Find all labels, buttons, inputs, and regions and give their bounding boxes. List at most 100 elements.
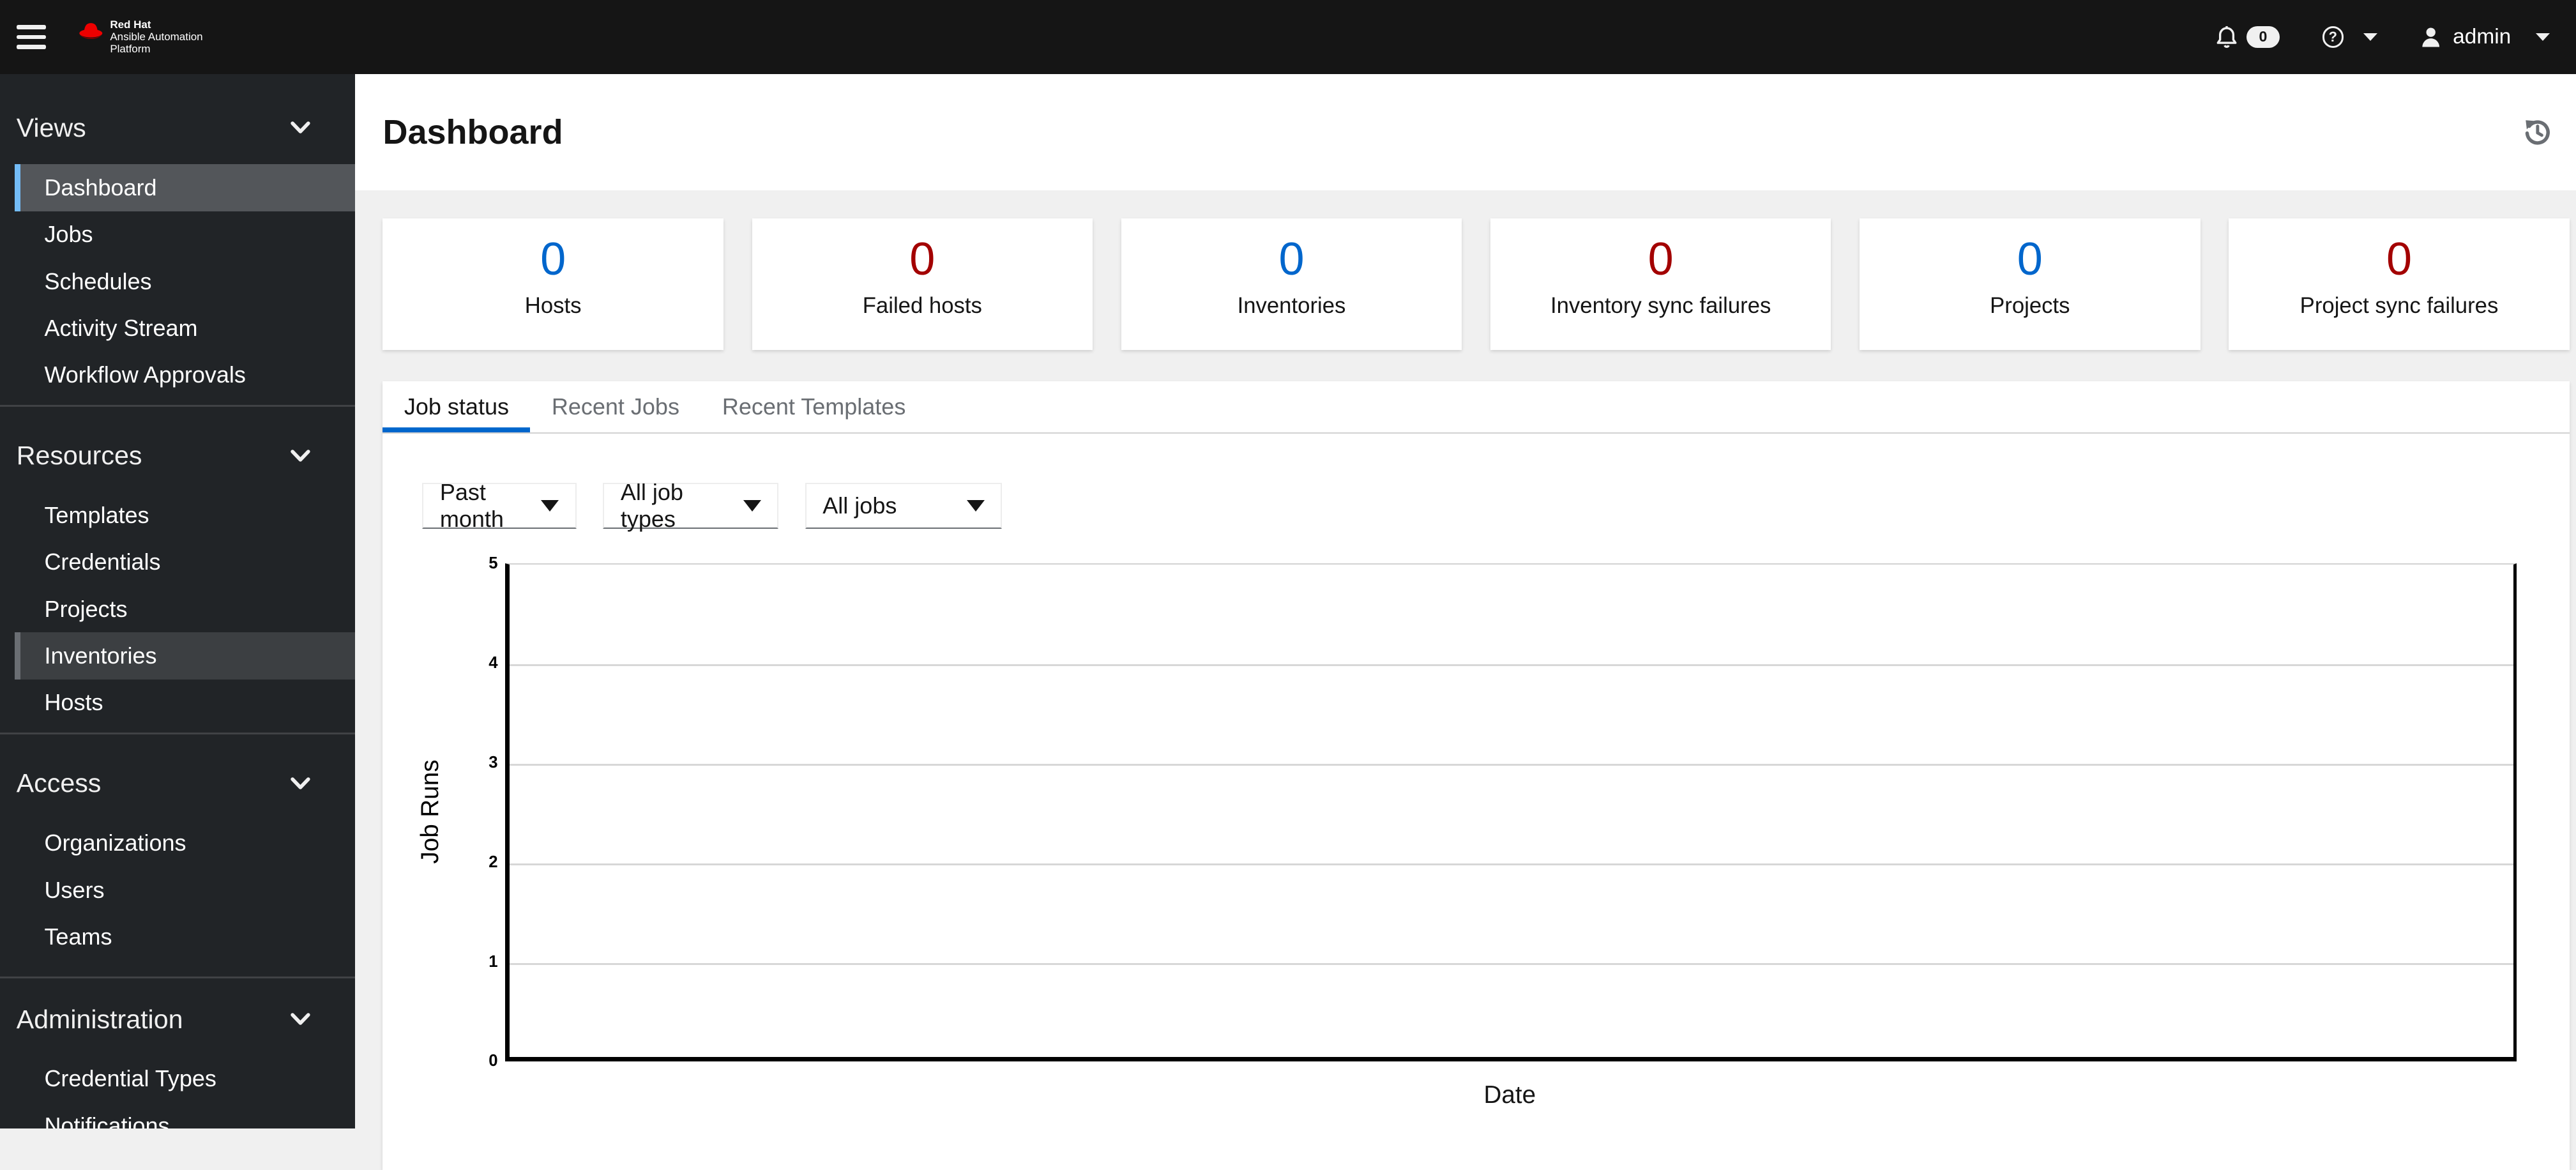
tab-job-status[interactable]: Job status [383, 381, 530, 432]
job-type-select-value: All job types [620, 479, 683, 533]
refresh-history-button[interactable] [2524, 118, 2552, 146]
gridline [510, 764, 2514, 766]
y-tick-label: 0 [489, 1052, 498, 1070]
card-inventory-sync-failures: 0 Inventory sync failures [1490, 218, 1831, 350]
brand-line-2: Ansible Automation [110, 31, 203, 43]
redhat-fedora-icon [79, 23, 103, 39]
y-tick-label: 4 [489, 653, 498, 672]
job-type-select[interactable]: All job types [603, 479, 779, 532]
inventory-sync-failures-count-link[interactable]: 0 [1490, 232, 1831, 287]
sidebar-group-label: Views [16, 113, 86, 143]
projects-count-link[interactable]: 0 [1860, 232, 2200, 287]
dashboard-graph-card: Job status Recent Jobs Recent Templates … [383, 381, 2570, 1170]
sidebar-nav: Views Dashboard Jobs Schedules Activity … [0, 73, 355, 1129]
sidebar-item-label: Credential Types [44, 1065, 216, 1092]
card-hosts: 0 Hosts [383, 218, 724, 350]
card-label: Inventory sync failures [1550, 294, 1771, 319]
sidebar-group-administration[interactable]: Administration [0, 994, 355, 1044]
gridline [510, 962, 2514, 965]
chevron-down-icon [291, 121, 310, 134]
tab-bar: Job status Recent Jobs Recent Templates [383, 381, 2570, 434]
help-menu-button[interactable]: ? [2322, 26, 2377, 48]
sidebar-item-projects[interactable]: Projects [15, 586, 355, 632]
sidebar-group-label: Access [16, 768, 102, 798]
gridline [510, 664, 2514, 666]
sidebar-item-label: Jobs [44, 221, 93, 248]
y-tick-label: 2 [489, 853, 498, 871]
sidebar-item-label: Projects [44, 595, 128, 622]
sidebar-item-label: Notifications [44, 1112, 170, 1129]
job-status-chart: Job Runs 5 4 3 2 1 0 Date [383, 554, 2569, 1130]
caret-down-icon [966, 500, 985, 512]
user-icon [2422, 27, 2439, 47]
bell-icon [2216, 26, 2237, 48]
sidebar-item-dashboard[interactable]: Dashboard [15, 164, 355, 211]
user-menu-button[interactable]: admin [2420, 25, 2550, 49]
sidebar-group-resources[interactable]: Resources [0, 431, 355, 480]
sidebar-item-activity-stream[interactable]: Activity Stream [15, 305, 355, 351]
sidebar-item-label: Hosts [44, 689, 103, 716]
dashboard-content: 0 Hosts 0 Failed hosts 0 Inventories 0 I… [355, 190, 2576, 1170]
gridline [510, 863, 2514, 865]
sidebar-item-credentials[interactable]: Credentials [15, 539, 355, 586]
sidebar-item-organizations[interactable]: Organizations [15, 820, 355, 867]
card-label: Project sync failures [2299, 294, 2499, 319]
job-filter-select[interactable]: All jobs [805, 483, 1003, 529]
chart-plot-area [505, 563, 2517, 1061]
period-select[interactable]: Past month [422, 479, 577, 532]
sidebar-divider [0, 733, 355, 734]
brand-line-1: Red Hat [110, 19, 151, 31]
y-tick-label: 3 [489, 753, 498, 771]
brand-line-3: Platform [110, 43, 151, 56]
card-label: Inventories [1237, 294, 1346, 319]
nav-toggle-button[interactable] [0, 0, 63, 74]
page-title: Dashboard [383, 113, 563, 152]
chevron-down-icon [291, 1013, 310, 1025]
sidebar-item-hosts[interactable]: Hosts [15, 680, 355, 726]
chevron-down-icon [291, 777, 310, 789]
sidebar-item-schedules[interactable]: Schedules [15, 258, 355, 305]
notification-count-badge: 0 [2246, 26, 2280, 48]
card-label: Hosts [524, 294, 582, 319]
hosts-count-link[interactable]: 0 [383, 232, 723, 287]
notifications-button[interactable]: 0 [2215, 25, 2280, 50]
chart-y-axis-label: Job Runs [416, 759, 444, 864]
sidebar-item-credential-types[interactable]: Credential Types [15, 1056, 355, 1102]
sidebar-item-jobs[interactable]: Jobs [15, 211, 355, 258]
sidebar-item-label: Workflow Approvals [44, 361, 246, 388]
sidebar-item-users[interactable]: Users [15, 867, 355, 913]
sidebar-item-label: Dashboard [44, 174, 157, 201]
sidebar-item-workflow-approvals[interactable]: Workflow Approvals [15, 351, 355, 398]
project-sync-failures-count-link[interactable]: 0 [2229, 232, 2569, 287]
sidebar-item-label: Teams [44, 923, 112, 950]
caret-down-icon [743, 500, 761, 512]
sidebar-item-inventories[interactable]: Inventories [15, 632, 355, 680]
user-name: admin [2453, 24, 2512, 49]
sidebar-item-label: Organizations [44, 830, 186, 856]
period-select-value: Past month [439, 479, 504, 533]
history-icon [2525, 120, 2550, 145]
sidebar-item-notifications[interactable]: Notifications [15, 1102, 355, 1129]
card-projects: 0 Projects [1860, 218, 2201, 350]
chevron-down-icon [291, 449, 310, 462]
failed-hosts-count-link[interactable]: 0 [752, 232, 1093, 287]
tab-recent-templates[interactable]: Recent Templates [701, 381, 927, 432]
y-tick-label: 1 [489, 952, 498, 971]
tab-recent-jobs[interactable]: Recent Jobs [530, 381, 701, 432]
question-circle-icon: ? [2322, 26, 2344, 48]
caret-down-icon [2535, 33, 2550, 41]
sidebar-divider [0, 405, 355, 407]
sidebar-group-access[interactable]: Access [0, 759, 355, 808]
card-inventories: 0 Inventories [1121, 218, 1462, 350]
chart-x-axis-label: Date [1483, 1081, 1536, 1109]
inventories-count-link[interactable]: 0 [1121, 232, 1462, 287]
masthead: Red Hat Ansible Automation Platform 0 ? [0, 0, 2576, 74]
sidebar-group-views[interactable]: Views [0, 103, 355, 153]
card-failed-hosts: 0 Failed hosts [752, 218, 1093, 350]
sidebar-item-teams[interactable]: Teams [15, 913, 355, 960]
sidebar-item-templates[interactable]: Templates [15, 492, 355, 538]
sidebar-item-label: Templates [44, 502, 149, 529]
card-label: Projects [1990, 294, 2070, 319]
sidebar-item-label: Activity Stream [44, 314, 198, 341]
sidebar-group-label: Administration [16, 1004, 183, 1034]
